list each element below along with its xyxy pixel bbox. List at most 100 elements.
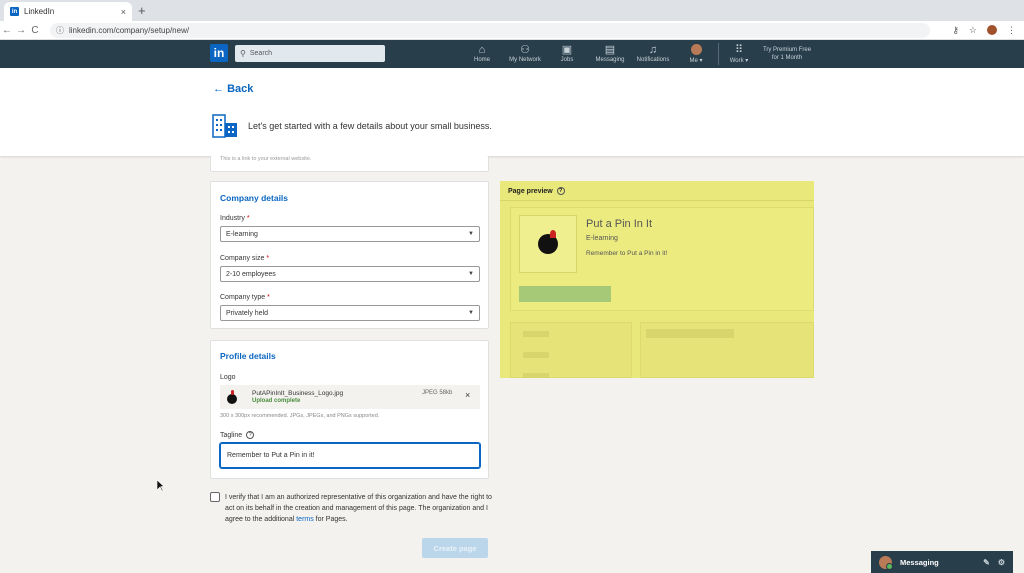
url-field[interactable]: ⓘ linkedin.com/company/setup/new/: [50, 22, 930, 38]
nav-home[interactable]: ⌂ Home: [470, 43, 494, 63]
skeleton-bar: [523, 373, 549, 378]
company-type-select[interactable]: Privately held ▼: [220, 305, 480, 321]
profile-avatar[interactable]: [987, 25, 997, 35]
file-size: JPEG 58kb: [422, 390, 453, 396]
remove-file-icon[interactable]: ×: [465, 390, 470, 400]
verify-text-before: I verify that I am an authorized represe…: [225, 494, 492, 523]
help-icon[interactable]: ?: [246, 431, 255, 439]
search-placeholder: Search: [249, 50, 273, 57]
nav-work[interactable]: ⠿ Work ▾: [726, 43, 752, 64]
premium-line-1: Try Premium Free: [762, 47, 812, 53]
tagline-label-text: Tagline: [220, 431, 243, 439]
new-tab-button[interactable]: +: [138, 3, 146, 18]
browser-tab-bar: in LinkedIn × +: [0, 0, 1024, 21]
key-icon[interactable]: ⚷: [952, 25, 959, 36]
nav-me[interactable]: Me ▾: [684, 43, 708, 64]
linkedin-logo[interactable]: in: [210, 44, 228, 62]
grid-icon: ⠿: [734, 44, 744, 56]
compose-icon[interactable]: ✎: [983, 558, 990, 567]
settings-icon[interactable]: ⚙: [998, 558, 1005, 567]
caret-down-icon: ▼: [468, 271, 474, 277]
browser-back-button[interactable]: ←: [0, 25, 14, 36]
messaging-label: Messaging: [900, 557, 939, 567]
tagline-label: Tagline ?: [220, 431, 255, 439]
skeleton-bar: [646, 329, 734, 338]
website-card: This is a link to your external website.: [210, 156, 489, 172]
tagline-input[interactable]: Remember to Put a Pin in it!: [220, 443, 480, 468]
linkedin-favicon-icon: in: [10, 7, 19, 16]
nav-divider: [718, 43, 719, 65]
search-input[interactable]: ⚲ Search: [235, 45, 385, 62]
verify-text: I verify that I am an authorized represe…: [225, 492, 492, 525]
nav-messaging[interactable]: ▤ Messaging: [593, 43, 627, 63]
verify-checkbox[interactable]: [210, 492, 220, 502]
profile-details-card: Profile details Logo PutAPinInIt_Busines…: [210, 340, 489, 479]
back-link[interactable]: ← Back: [213, 83, 253, 95]
industry-label: Industry *: [220, 215, 250, 222]
company-details-card: Company details Industry * E-learning ▼ …: [210, 181, 489, 329]
tab-close-icon[interactable]: ×: [121, 7, 126, 17]
industry-value: E-learning: [226, 230, 258, 238]
file-thumbnail: [227, 390, 237, 404]
create-page-button[interactable]: Create page: [422, 538, 488, 558]
caret-down-icon: ▼: [468, 231, 474, 237]
preview-card: Put a Pin In It E-learning Remember to P…: [510, 207, 814, 311]
arrow-left-icon: ←: [213, 83, 228, 95]
required-mark: *: [267, 294, 270, 301]
company-type-label-text: Company type: [220, 294, 266, 301]
help-icon[interactable]: ?: [556, 187, 565, 195]
logo-hint: 300 x 300px recommended. JPGs, JPEGs, an…: [220, 413, 380, 419]
company-details-title: Company details: [220, 193, 289, 203]
reload-button[interactable]: C: [28, 25, 42, 36]
preview-skeleton-left: [510, 322, 632, 378]
company-size-select[interactable]: 2-10 employees ▼: [220, 266, 480, 282]
intro-text: Let's get started with a few details abo…: [248, 121, 492, 131]
back-label: Back: [227, 83, 254, 95]
browser-forward-button[interactable]: →: [14, 25, 28, 36]
preview-logo: [519, 215, 577, 273]
network-icon: ⚇: [520, 44, 530, 56]
industry-label-text: Industry: [220, 215, 245, 222]
uploaded-file: PutAPinInIt_Business_Logo.jpg Upload com…: [220, 385, 480, 409]
upload-status: Upload complete: [252, 398, 301, 404]
verify-section: I verify that I am an authorized represe…: [210, 492, 492, 525]
skeleton-bar: [523, 352, 549, 358]
nav-jobs[interactable]: ▣ Jobs: [556, 43, 578, 63]
file-name: PutAPinInIt_Business_Logo.jpg: [252, 390, 344, 397]
nav-messaging-label: Messaging: [595, 57, 625, 63]
premium-link[interactable]: Try Premium Free for 1 Month: [757, 46, 817, 62]
logo-label: Logo: [220, 374, 236, 381]
info-icon[interactable]: ⓘ: [56, 25, 64, 36]
preview-header: Page preview ?: [500, 181, 814, 201]
briefcase-icon: ▣: [561, 44, 573, 56]
messaging-avatar: [879, 555, 893, 570]
company-type-label: Company type *: [220, 294, 270, 301]
bell-icon: ♫: [648, 44, 658, 56]
nav-my-network[interactable]: ⚇ My Network: [506, 43, 544, 63]
nav-notifications[interactable]: ♫ Notifications: [633, 43, 673, 63]
tab-title: LinkedIn: [24, 7, 55, 16]
premium-line-2: for 1 Month: [771, 55, 803, 61]
company-type-value: Privately held: [226, 309, 269, 317]
address-bar: ← → C ⓘ linkedin.com/company/setup/new/ …: [0, 21, 1024, 40]
terms-link[interactable]: terms: [296, 516, 314, 523]
search-icon: ⚲: [240, 49, 246, 58]
home-icon: ⌂: [478, 44, 486, 56]
preview-company-name: Put a Pin In It: [586, 218, 653, 230]
browser-tab[interactable]: in LinkedIn ×: [4, 2, 132, 21]
url-text: linkedin.com/company/setup/new/: [69, 25, 190, 35]
building-icon: [212, 114, 237, 138]
preview-follow-button: [519, 286, 611, 302]
star-icon[interactable]: ☆: [969, 25, 977, 36]
nav-home-label: Home: [473, 57, 490, 63]
preview-title: Page preview: [508, 187, 553, 195]
nav-work-label: Work ▾: [729, 58, 749, 64]
mouse-cursor-icon: [157, 480, 165, 492]
menu-dots-icon[interactable]: ⋮: [1007, 25, 1016, 36]
industry-select[interactable]: E-learning ▼: [220, 226, 480, 242]
company-size-label-text: Company size: [220, 255, 265, 262]
linkedin-header: in ⚲ Search ⌂ Home ⚇ My Network ▣ Jobs ▤…: [0, 40, 1024, 68]
messaging-bar[interactable]: Messaging ✎ ⚙: [871, 551, 1013, 573]
page-preview: Page preview ? Put a Pin In It E-learnin…: [500, 181, 814, 378]
verify-text-after: for Pages.: [313, 516, 348, 523]
